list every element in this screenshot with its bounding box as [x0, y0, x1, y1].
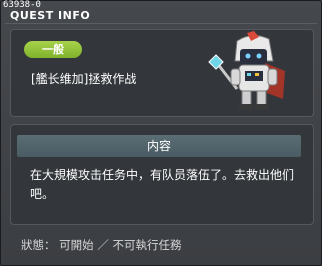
robot-captain-npc-icon [208, 31, 285, 110]
quest-category-badge: 一般 [24, 41, 82, 58]
quest-name: [艦长维加]拯救作战 [31, 72, 137, 86]
quest-info-window: 63938-0 QUEST INFO 一般 [艦长维加]拯救作战 内容 在大規模… [0, 0, 322, 266]
window-title: QUEST INFO [10, 9, 91, 22]
content-section-header: 内容 [17, 135, 301, 157]
title-divider [5, 23, 317, 24]
quest-description: 在大規模攻击任务中，有队员落伍了。去救出他们吧。 [30, 168, 295, 201]
quest-status: 狀態： 可開始 ／ 不可執行任務 [21, 238, 182, 252]
